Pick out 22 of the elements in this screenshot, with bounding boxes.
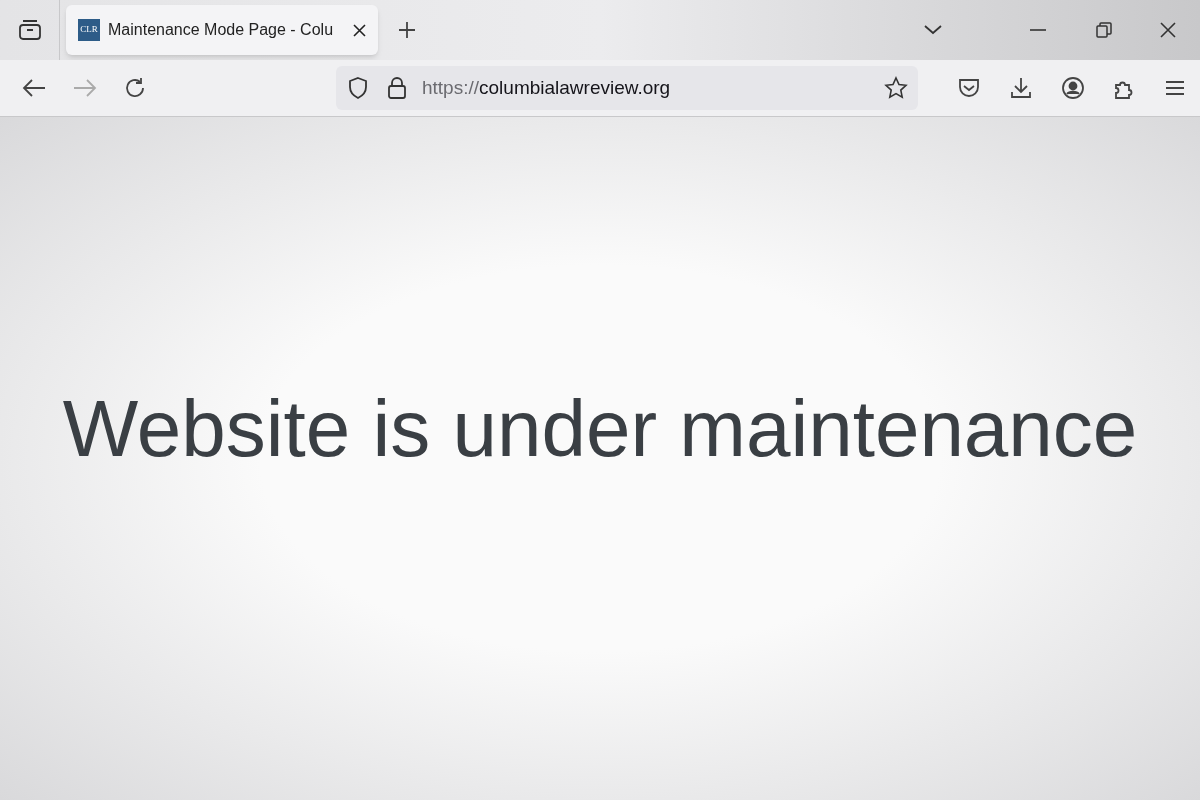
pocket-icon[interactable] — [958, 78, 980, 98]
lock-icon — [388, 77, 406, 99]
tab-list-icon[interactable] — [17, 19, 42, 41]
menu-icon[interactable] — [1166, 80, 1184, 96]
close-icon[interactable] — [1160, 22, 1176, 38]
reload-icon[interactable] — [124, 77, 146, 99]
browser-tab[interactable]: CLR Maintenance Mode Page - Colu — [66, 5, 378, 55]
favicon: CLR — [78, 19, 100, 41]
heading: Website is under maintenance — [62, 382, 1138, 475]
download-icon[interactable] — [1010, 77, 1032, 99]
shield-icon[interactable] — [348, 77, 368, 99]
url-host: columbialawreview.org — [479, 75, 671, 100]
url-scheme: https:// — [422, 75, 480, 100]
star-icon[interactable] — [884, 76, 908, 100]
chevron-down-icon[interactable] — [924, 25, 942, 35]
close-tab-icon[interactable] — [353, 23, 366, 37]
back-icon[interactable] — [22, 79, 46, 97]
address-bar[interactable]: https://columbialawreview.org — [336, 66, 918, 110]
restore-icon[interactable] — [1096, 22, 1112, 38]
tab-title: Maintenance Mode Page - Colu — [108, 20, 335, 40]
new-tab-icon[interactable] — [398, 21, 416, 39]
account-icon[interactable] — [1062, 77, 1084, 99]
